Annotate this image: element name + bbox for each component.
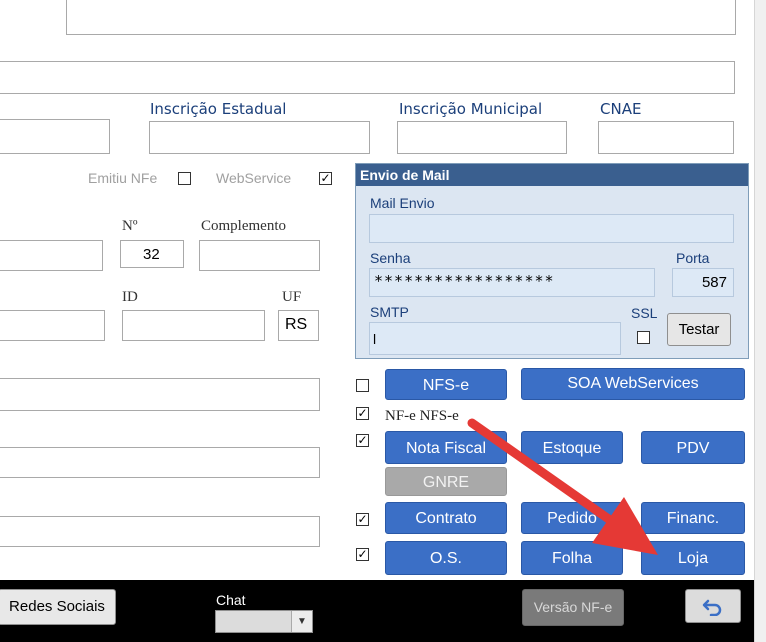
nfse-button[interactable]: NFS-e bbox=[385, 369, 507, 400]
inscricao-municipal-label: Inscrição Municipal bbox=[399, 100, 543, 118]
numero-label: Nº bbox=[122, 218, 138, 234]
ssl-checkbox[interactable] bbox=[637, 331, 650, 344]
smtp-value: l bbox=[373, 331, 377, 347]
chat-select[interactable]: ▼ bbox=[215, 610, 313, 633]
complemento-input[interactable] bbox=[199, 240, 320, 271]
porta-value: 587 bbox=[701, 274, 727, 291]
lower-field-2[interactable] bbox=[0, 447, 320, 478]
bottom-bar: Redes Sociais Chat ▼ Versão NF-e bbox=[0, 580, 754, 642]
inscricao-estadual-input[interactable] bbox=[149, 121, 370, 154]
mail-envio-input[interactable] bbox=[369, 214, 734, 243]
smtp-input[interactable]: l bbox=[369, 322, 621, 355]
top-field-1[interactable] bbox=[66, 0, 736, 35]
numero-value: 32 bbox=[143, 246, 160, 263]
emitiu-nfe-label: Emitiu NFe bbox=[88, 170, 158, 186]
webservice-label: WebService bbox=[216, 170, 292, 186]
contrato-checkbox[interactable]: ✓ bbox=[356, 513, 369, 526]
cnae-label: CNAE bbox=[600, 100, 642, 118]
cnae-input[interactable] bbox=[598, 121, 734, 154]
uf-label: UF bbox=[282, 289, 302, 305]
senha-value: ****************** bbox=[374, 272, 555, 290]
senha-label: Senha bbox=[370, 250, 411, 266]
porta-label: Porta bbox=[676, 250, 710, 266]
top-field-2[interactable] bbox=[0, 61, 735, 94]
envio-mail-group: Envio de Mail Mail Envio Senha Porta ***… bbox=[355, 163, 749, 359]
complemento-label: Complemento bbox=[201, 218, 286, 234]
undo-icon bbox=[702, 599, 722, 617]
mail-envio-label: Mail Envio bbox=[370, 195, 435, 211]
nfse-checkbox[interactable] bbox=[356, 379, 369, 392]
address-input[interactable] bbox=[0, 240, 103, 271]
smtp-label: SMTP bbox=[370, 304, 409, 320]
nota-fiscal-checkbox[interactable]: ✓ bbox=[356, 434, 369, 447]
emitiu-nfe-checkbox[interactable] bbox=[178, 172, 191, 185]
nfe-nfse-checkbox[interactable]: ✓ bbox=[356, 407, 369, 420]
soa-webservices-button[interactable]: SOA WebServices bbox=[521, 368, 745, 400]
annotation-arrow-icon bbox=[467, 418, 658, 555]
form-panel: Inscrição Estadual Inscrição Municipal C… bbox=[0, 0, 754, 580]
senha-input[interactable]: ****************** bbox=[369, 268, 655, 297]
uf-value: RS bbox=[285, 316, 308, 333]
os-checkbox[interactable]: ✓ bbox=[356, 548, 369, 561]
lower-field-3[interactable] bbox=[0, 516, 320, 547]
versao-nfe-button[interactable]: Versão NF-e bbox=[522, 589, 624, 626]
id-label: ID bbox=[122, 289, 138, 305]
field-left-partial[interactable] bbox=[0, 119, 110, 154]
chat-dropdown-button[interactable]: ▼ bbox=[291, 611, 312, 632]
redes-sociais-button[interactable]: Redes Sociais bbox=[0, 589, 116, 625]
porta-input[interactable]: 587 bbox=[672, 268, 734, 297]
lower-field-1[interactable] bbox=[0, 378, 320, 411]
chevron-down-icon: ▼ bbox=[297, 616, 307, 627]
chat-label: Chat bbox=[216, 592, 246, 608]
inscricao-municipal-input[interactable] bbox=[397, 121, 567, 154]
id-input[interactable] bbox=[122, 310, 265, 341]
testar-button[interactable]: Testar bbox=[667, 313, 731, 346]
envio-mail-title: Envio de Mail bbox=[356, 164, 748, 186]
nfe-nfse-label: NF-e NFS-e bbox=[385, 408, 459, 424]
back-button[interactable] bbox=[685, 589, 741, 623]
webservice-checkbox[interactable]: ✓ bbox=[319, 172, 332, 185]
right-scrollbar[interactable] bbox=[754, 0, 766, 642]
ssl-label: SSL bbox=[631, 305, 658, 321]
numero-input[interactable]: 32 bbox=[120, 240, 184, 268]
inscricao-estadual-label: Inscrição Estadual bbox=[150, 100, 287, 118]
uf-input[interactable]: RS bbox=[278, 310, 319, 341]
bairro-input[interactable] bbox=[0, 310, 105, 341]
